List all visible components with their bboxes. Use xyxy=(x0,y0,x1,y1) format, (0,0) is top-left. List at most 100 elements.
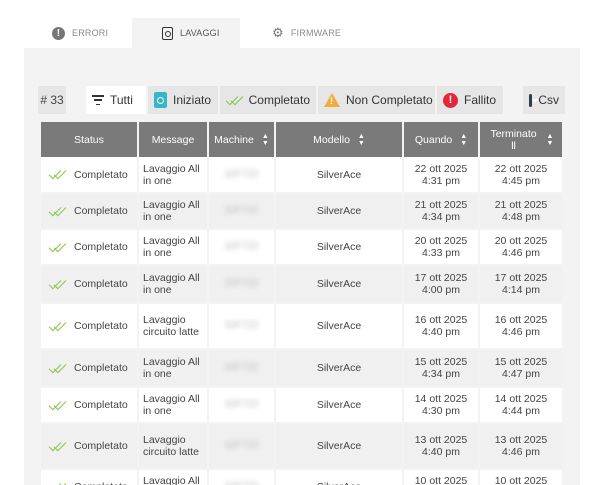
double-check-icon xyxy=(49,207,66,216)
cell-quando: 20 ott 2025 4:33 pm xyxy=(403,229,480,266)
double-check-icon xyxy=(226,96,243,105)
table-row[interactable]: Completato Lavaggio All in one 32F722 Silve… xyxy=(41,265,562,304)
export-csv-label: Csv xyxy=(538,93,559,107)
quando-text: 20 ott 2025 4:33 pm xyxy=(414,235,468,259)
cell-modello: SilverAce xyxy=(275,193,404,230)
filter-completato-label: Completato xyxy=(248,93,310,107)
quando-text: 17 ott 2025 4:00 pm xyxy=(414,272,468,296)
modello-text: SilverAce xyxy=(316,320,362,332)
message-text: Lavaggio All in one xyxy=(143,393,200,417)
table-row[interactable]: Completato Lavaggio All in one 32F722 Silve… xyxy=(41,229,562,266)
machine-id-blurred: 32F722 xyxy=(224,241,259,252)
cell-status: Completato xyxy=(41,303,139,350)
export-csv-button[interactable]: Csv xyxy=(523,86,565,114)
cell-terminato: 15 ott 2025 4:47 pm xyxy=(479,349,562,388)
cell-quando: 21 ott 2025 4:34 pm xyxy=(403,193,480,230)
table-row[interactable]: Completato Lavaggio All in one 32F722 Silve… xyxy=(41,193,562,230)
column-header-modello-label: Modello xyxy=(313,133,350,146)
cell-quando: 13 ott 2025 4:40 pm xyxy=(403,423,480,470)
quando-text: 10 ott 2025 4:01 pm xyxy=(414,475,468,485)
table-row[interactable]: Completato Lavaggio All in one 32F722 Silve… xyxy=(41,387,562,424)
cell-modello: SilverAce xyxy=(275,157,404,194)
tab-lavaggi[interactable]: LAVAGGI xyxy=(132,18,240,48)
status-text: Completato xyxy=(74,205,128,217)
tab-errori[interactable]: ! ERRORI xyxy=(52,18,108,48)
cell-terminato: 22 ott 2025 4:45 pm xyxy=(479,157,562,194)
cell-message: Lavaggio All in one xyxy=(138,387,209,424)
cell-terminato: 20 ott 2025 4:46 pm xyxy=(479,229,562,266)
cell-machine: 32F722 xyxy=(208,229,276,266)
terminato-text: 14 ott 2025 4:44 pm xyxy=(494,393,548,417)
message-text: Lavaggio All in one xyxy=(143,475,200,485)
machine-id-blurred: 32F722 xyxy=(224,362,259,373)
filter-iniziato-label: Iniziato xyxy=(173,93,212,107)
cell-status: Completato xyxy=(41,265,139,304)
column-header-terminato[interactable]: Terminato ll ▲ ▼ xyxy=(479,122,562,157)
table-row[interactable]: Completato Lavaggio All in one 32F722 Silve… xyxy=(41,349,562,388)
machine-id-blurred: 32F722 xyxy=(224,168,259,180)
washing-machine-icon xyxy=(154,92,167,108)
cell-terminato: 16 ott 2025 4:46 pm xyxy=(479,303,562,350)
cell-quando: 22 ott 2025 4:31 pm xyxy=(403,157,480,194)
error-icon: ! xyxy=(443,92,458,108)
modello-text: SilverAce xyxy=(316,440,362,452)
column-header-machine-label: Machine xyxy=(214,133,254,146)
filter-completato-button[interactable]: Completato xyxy=(220,86,316,114)
cell-message: Lavaggio All in one xyxy=(138,469,209,485)
double-check-icon xyxy=(49,280,66,289)
tab-firmware-label: FIRMWARE xyxy=(290,28,342,38)
table-row[interactable]: Completato Lavaggio circuito latte 32F722 S… xyxy=(41,303,562,350)
table-header-row: Status Message Machine ▲ ▼ Modello ▲ ▼ Quand… xyxy=(41,122,562,157)
tab-firmware[interactable]: ⚙ FIRMWARE xyxy=(272,18,341,48)
table-row[interactable]: Completato Lavaggio All in one 32F722 Silve… xyxy=(41,157,562,194)
cell-terminato: 10 ott 2025 4:15 pm xyxy=(479,469,562,485)
double-check-icon xyxy=(49,364,66,373)
message-text: Lavaggio circuito latte xyxy=(143,314,200,338)
cell-machine: 32F722 xyxy=(208,423,276,470)
filter-tutti-button[interactable]: Tutti xyxy=(86,86,146,114)
column-header-quando-label: Quando xyxy=(414,133,453,146)
cell-message: Lavaggio All in one xyxy=(138,349,209,388)
gear-icon: ⚙ xyxy=(272,25,284,40)
column-header-machine[interactable]: Machine ▲ ▼ xyxy=(208,122,276,157)
table-row[interactable]: Completato Lavaggio circuito latte 32F722 S… xyxy=(41,423,562,470)
machine-id-blurred: 32F722 xyxy=(224,440,259,451)
table-row[interactable]: Completato Lavaggio All in one 32F722 Silve… xyxy=(41,469,562,485)
cell-machine: 32F722 xyxy=(208,265,276,304)
cell-quando: 15 ott 2025 4:34 pm xyxy=(403,349,480,388)
cell-terminato: 21 ott 2025 4:48 pm xyxy=(479,193,562,230)
sort-icon: ▲ ▼ xyxy=(460,132,468,147)
filter-iniziato-button[interactable]: Iniziato xyxy=(148,86,218,114)
double-check-icon xyxy=(49,401,66,410)
status-text: Completato xyxy=(74,278,128,290)
quando-text: 14 ott 2025 4:30 pm xyxy=(414,393,468,417)
terminato-text: 17 ott 2025 4:14 pm xyxy=(494,272,548,296)
message-text: Lavaggio All in one xyxy=(143,162,200,187)
cell-modello: SilverAce xyxy=(275,387,404,424)
column-header-quando[interactable]: Quando ▲ ▼ xyxy=(403,122,480,157)
error-icon: ! xyxy=(52,26,65,40)
filter-non-completato-button[interactable]: Non Completato xyxy=(318,86,435,114)
cell-modello: SilverAce xyxy=(275,423,404,470)
cell-status: Completato xyxy=(41,387,139,424)
cell-quando: 10 ott 2025 4:01 pm xyxy=(403,469,480,485)
filter-fallito-label: Fallito xyxy=(464,93,497,107)
modello-text: SilverAce xyxy=(316,205,362,217)
cell-status: Completato xyxy=(41,229,139,266)
terminato-text: 10 ott 2025 4:15 pm xyxy=(494,475,548,485)
terminato-text: 20 ott 2025 4:46 pm xyxy=(494,235,548,259)
column-header-modello[interactable]: Modello ▲ ▼ xyxy=(275,122,404,157)
cell-machine: 32F722 xyxy=(208,193,276,230)
washing-icon xyxy=(162,26,173,40)
cell-modello: SilverAce xyxy=(275,349,404,388)
terminato-text: 16 ott 2025 4:46 pm xyxy=(494,314,548,338)
cell-quando: 14 ott 2025 4:30 pm xyxy=(403,387,480,424)
result-count: # 33 xyxy=(38,86,66,114)
cell-status: Completato xyxy=(41,157,139,194)
cell-message: Lavaggio circuito latte xyxy=(138,303,209,350)
sort-icon: ▲ ▼ xyxy=(261,132,269,147)
filter-icon xyxy=(92,95,104,105)
status-text: Completato xyxy=(74,399,128,411)
cell-modello: SilverAce xyxy=(275,229,404,266)
filter-fallito-button[interactable]: ! Fallito xyxy=(437,86,503,114)
